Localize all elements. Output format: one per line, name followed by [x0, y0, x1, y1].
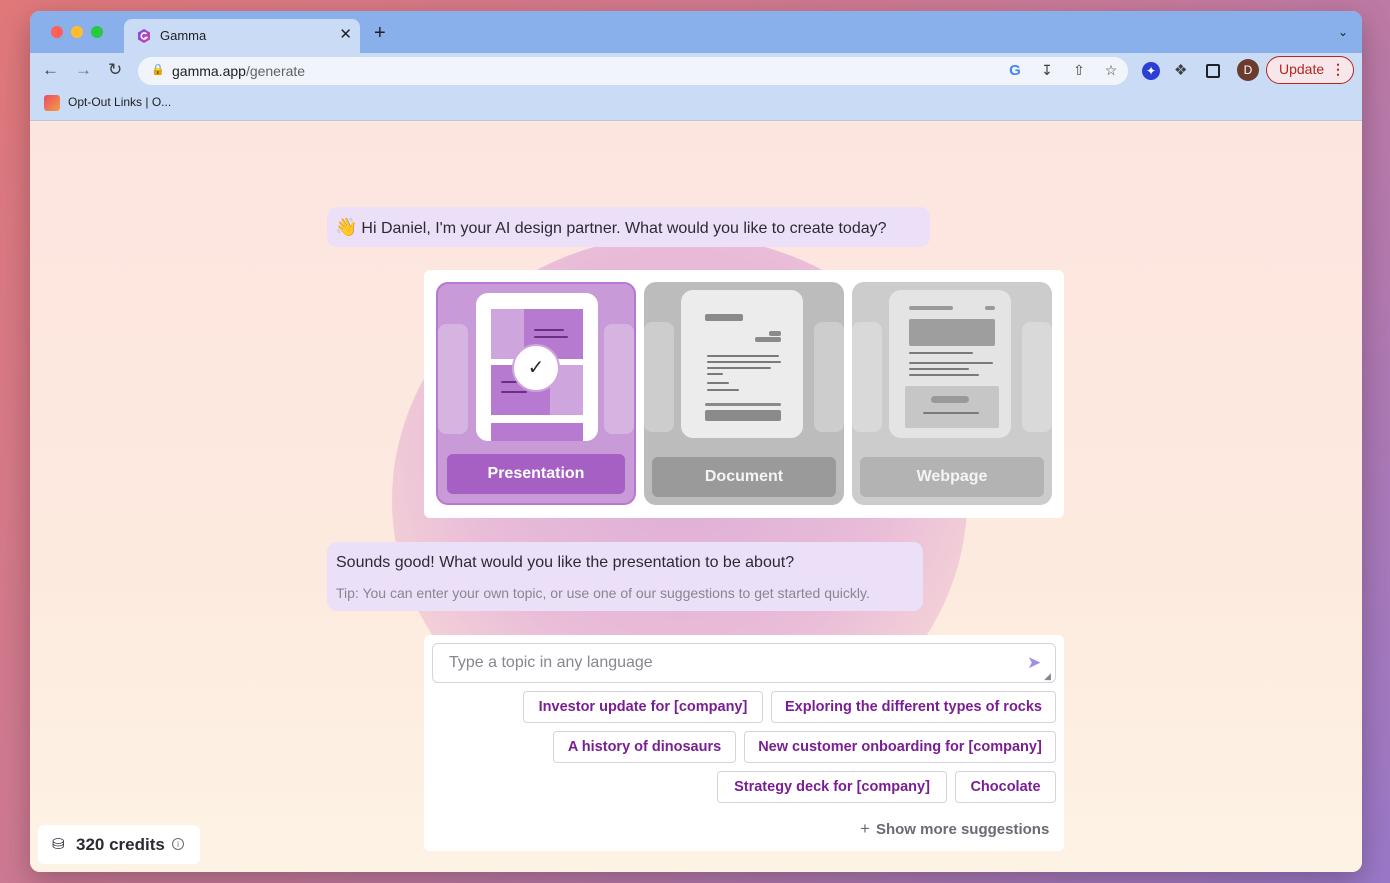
web-nav-line [909, 306, 953, 310]
forward-icon[interactable]: → [75, 60, 92, 80]
bookmark-favicon-icon [44, 95, 60, 111]
card-side-slab [604, 324, 634, 434]
format-label-webpage: Webpage [860, 457, 1044, 497]
prompt-tip: Tip: You can enter your own topic, or us… [336, 585, 870, 601]
checkmark-icon: ✓ [512, 344, 560, 392]
slide-block [491, 423, 583, 441]
thumbnail-text-line [909, 352, 973, 354]
bookmark-opt-out-links[interactable]: Opt-Out Links | O... [68, 95, 171, 109]
web-hero-block [909, 319, 995, 346]
reload-icon[interactable]: ↻ [108, 60, 122, 80]
suggestion-chip[interactable]: Strategy deck for [company] [717, 771, 947, 803]
credits-badge[interactable]: ⛁ 320 credits i [38, 825, 200, 864]
coins-icon: ⛁ [52, 836, 65, 853]
thumbnail-text-line [707, 389, 739, 391]
suggestion-chip[interactable]: A history of dinosaurs [553, 731, 736, 763]
card-side-slab [852, 322, 882, 432]
thumbnail-text-line [707, 367, 771, 369]
thumbnail-text-line [923, 412, 979, 414]
tab-gamma[interactable]: Gamma ✕ [124, 19, 360, 53]
web-button-shape [931, 396, 969, 403]
thumbnail-text-line [707, 373, 723, 375]
thumbnail-text-line [534, 329, 564, 331]
topic-composer: ➤ ◢ Investor update for [company] Explor… [424, 635, 1064, 851]
credits-label: 320 credits [76, 835, 165, 854]
side-panel-icon[interactable] [1206, 64, 1220, 78]
thumbnail-text-line [534, 336, 568, 338]
show-more-label: Show more suggestions [875, 821, 1050, 838]
gamma-favicon-icon [138, 29, 150, 43]
prompt-bubble: Sounds good! What would you like the pre… [327, 542, 923, 611]
suggestion-chip[interactable]: Investor update for [company] [523, 691, 763, 723]
new-tab-icon[interactable]: + [374, 23, 386, 43]
document-thumbnail [681, 290, 803, 438]
resize-handle-icon[interactable]: ◢ [1044, 671, 1051, 682]
web-nav-line [985, 306, 995, 310]
doc-divider-line [705, 403, 781, 406]
star-icon[interactable]: ☆ [1102, 62, 1120, 79]
doc-block [705, 410, 781, 421]
suggestion-chip[interactable]: Chocolate [955, 771, 1056, 803]
format-card-document[interactable]: Document [644, 282, 844, 505]
info-icon[interactable]: i [172, 838, 184, 850]
google-icon[interactable]: G [1006, 62, 1024, 79]
format-picker: ✓ Presentation Document Webpage [424, 270, 1064, 518]
url-path: /generate [245, 63, 306, 79]
card-side-slab [1022, 322, 1052, 432]
doc-tag-line [769, 331, 781, 336]
format-label-document: Document [652, 457, 836, 497]
url-text[interactable]: gamma.app/generate [172, 63, 305, 79]
browser-window: Gamma ✕ + ⌄ ← → ↻ 🔒 gamma.app/generate G… [30, 11, 1362, 872]
greeting-bubble: 👋 Hi Daniel, I'm your AI design partner. … [327, 207, 930, 247]
install-icon[interactable]: ↧ [1038, 62, 1056, 79]
url-host: gamma.app [172, 63, 246, 79]
profile-avatar[interactable]: D [1237, 59, 1259, 81]
doc-tag-line [755, 337, 781, 342]
tab-close-icon[interactable]: ✕ [339, 27, 352, 43]
plus-icon: + [860, 819, 870, 838]
share-icon[interactable]: ⇧ [1070, 62, 1088, 79]
show-more-suggestions-button[interactable]: + Show more suggestions [860, 819, 1049, 839]
thumbnail-text-line [909, 374, 979, 376]
lock-icon[interactable]: 🔒 [151, 63, 165, 76]
update-label: Update [1279, 61, 1325, 77]
card-side-slab [644, 322, 674, 432]
prompt-question: Sounds good! What would you like the pre… [336, 554, 795, 571]
format-card-webpage[interactable]: Webpage [852, 282, 1052, 505]
tab-bar: Gamma ✕ + ⌄ [30, 11, 1362, 53]
waving-hand-icon: 👋 [335, 217, 358, 237]
card-side-slab [438, 324, 468, 434]
thumbnail-text-line [909, 362, 993, 364]
more-menu-icon: ⋮ [1331, 61, 1345, 77]
send-icon[interactable]: ➤ [1027, 653, 1041, 673]
puzzle-icon[interactable]: ❖ [1174, 61, 1192, 79]
extension-icon[interactable]: ✦ [1142, 62, 1160, 80]
bookmarks-bar: Opt-Out Links | O... [30, 89, 1362, 121]
page-content: 👋 Hi Daniel, I'm your AI design partner. … [30, 122, 1362, 872]
thumbnail-text-line [707, 361, 781, 363]
update-button[interactable]: Update ⋮ [1266, 56, 1354, 84]
tab-title: Gamma [160, 28, 207, 43]
zoom-window-icon[interactable] [91, 26, 103, 38]
webpage-thumbnail [889, 290, 1011, 438]
address-bar[interactable]: 🔒 gamma.app/generate G ↧ ⇧ ☆ [138, 57, 1128, 85]
close-window-icon[interactable] [51, 26, 63, 38]
topic-input[interactable] [432, 643, 1056, 683]
suggestion-chip[interactable]: New customer onboarding for [company] [744, 731, 1056, 763]
thumbnail-text-line [501, 391, 527, 393]
card-side-slab [814, 322, 844, 432]
suggestion-chip[interactable]: Exploring the different types of rocks [771, 691, 1056, 723]
doc-title-line [705, 314, 743, 321]
thumbnail-text-line [909, 368, 969, 370]
back-icon[interactable]: ← [42, 60, 59, 80]
tab-search-chevron-icon[interactable]: ⌄ [1338, 25, 1348, 39]
web-section-block [905, 386, 999, 428]
thumbnail-text-line [707, 382, 729, 384]
browser-toolbar: ← → ↻ 🔒 gamma.app/generate G ↧ ⇧ ☆ ✦ ❖ D… [30, 53, 1362, 89]
minimize-window-icon[interactable] [71, 26, 83, 38]
format-card-presentation[interactable]: ✓ Presentation [436, 282, 636, 505]
greeting-text: Hi Daniel, I'm your AI design partner. W… [361, 220, 887, 237]
format-label-presentation: Presentation [447, 454, 625, 494]
thumbnail-text-line [707, 355, 779, 357]
